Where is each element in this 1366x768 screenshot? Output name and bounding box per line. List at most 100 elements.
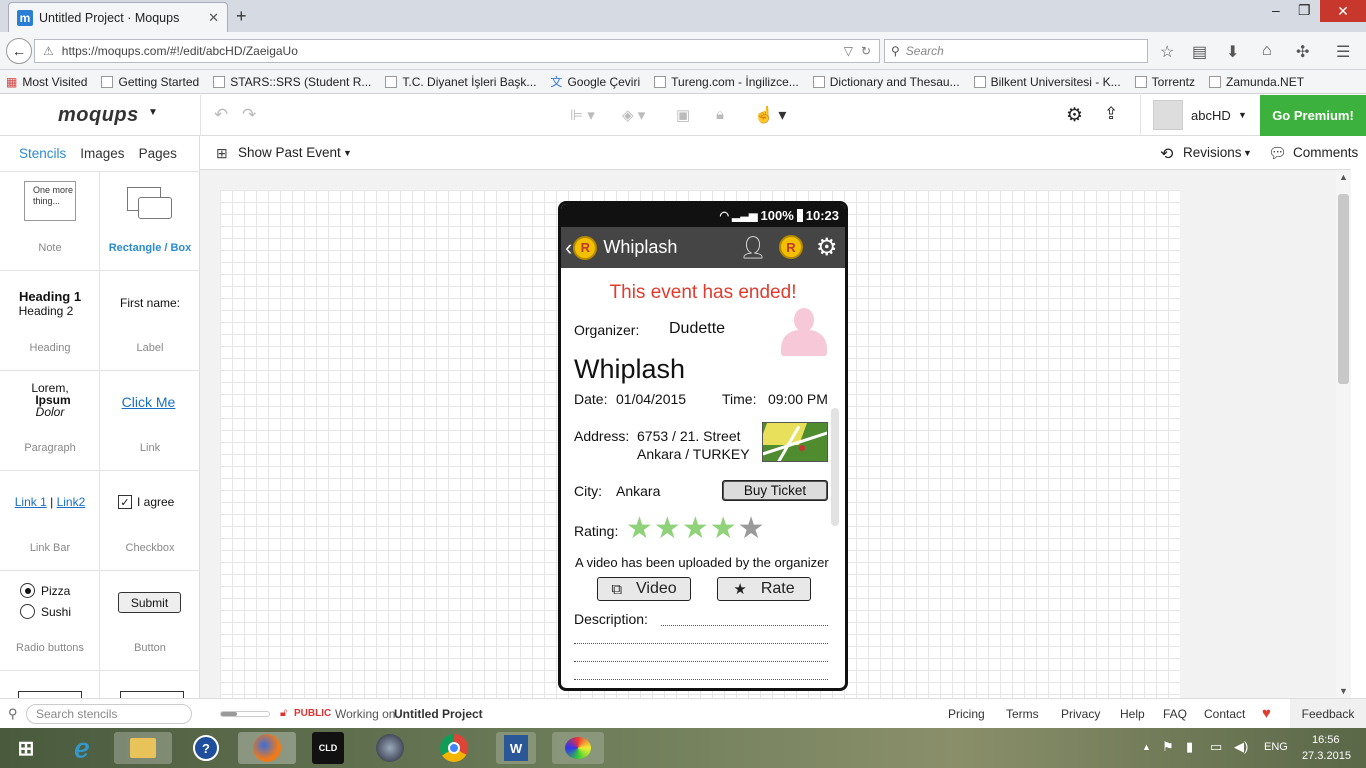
battery-tray-icon[interactable]: ▮ bbox=[1186, 739, 1193, 755]
layers-icon[interactable]: ◈ ▾ bbox=[622, 106, 645, 124]
revisions-button[interactable]: Revisions bbox=[1183, 145, 1242, 160]
heart-icon[interactable]: ♥ bbox=[1262, 705, 1271, 722]
back-button[interactable]: ← bbox=[6, 38, 32, 64]
bookmark-item[interactable]: Torrentz bbox=[1134, 75, 1195, 89]
stencil-link-bar[interactable]: Link 1 | Link2 Link Bar bbox=[0, 471, 100, 571]
share-icon[interactable]: ⇪ bbox=[1104, 104, 1118, 124]
volume-icon[interactable]: ◀︎) bbox=[1234, 739, 1248, 755]
organizer-name[interactable]: Dudette bbox=[669, 320, 725, 338]
home-icon[interactable]: ⌂ bbox=[1262, 42, 1272, 60]
user-name[interactable]: abcHD bbox=[1191, 108, 1231, 123]
scrollbar-thumb[interactable] bbox=[1338, 194, 1349, 384]
buy-ticket-button[interactable]: Buy Ticket bbox=[722, 480, 828, 501]
go-premium-button[interactable]: Go Premium! bbox=[1260, 95, 1366, 136]
chrome-icon[interactable] bbox=[436, 732, 472, 764]
page-selector[interactable]: Show Past Event bbox=[238, 145, 341, 160]
map-thumbnail-icon[interactable] bbox=[762, 422, 828, 462]
stencil-note[interactable]: One more thing... Note bbox=[0, 171, 100, 271]
new-tab-icon[interactable]: + bbox=[236, 6, 247, 27]
stencil-label[interactable]: First name: Label bbox=[100, 271, 200, 371]
reload-icon[interactable]: ↻ bbox=[861, 44, 871, 58]
word-icon[interactable]: W bbox=[496, 732, 536, 764]
moqups-logo[interactable]: moqups bbox=[58, 104, 139, 127]
gear-icon[interactable]: ⚙ bbox=[1066, 104, 1083, 127]
interaction-hand-icon[interactable]: ☝ ▾ bbox=[754, 105, 786, 125]
star-filled-icon[interactable]: ★ bbox=[654, 512, 681, 546]
phone-mockup[interactable]: ◠ ▂▃▅ 100% 10:23 ‹ R Whiplash 👤︎ R ⚙ Thi… bbox=[558, 201, 848, 691]
bookmark-item[interactable]: Getting Started bbox=[101, 75, 199, 89]
terms-link[interactable]: Terms bbox=[1006, 707, 1039, 721]
vertical-scrollbar[interactable]: ▲ ▼ bbox=[1336, 170, 1351, 698]
globe-app-icon[interactable] bbox=[372, 732, 408, 764]
clock-date[interactable]: 27.3.2015 bbox=[1302, 750, 1351, 762]
stencil-paragraph[interactable]: Lorem, Ipsum Dolor Paragraph bbox=[0, 371, 100, 471]
comments-button[interactable]: Comments bbox=[1293, 145, 1358, 160]
faq-link[interactable]: FAQ bbox=[1163, 707, 1187, 721]
bookmark-item[interactable]: Zamunda.NET bbox=[1209, 75, 1304, 89]
firefox-icon[interactable] bbox=[238, 732, 296, 764]
browser-search-input[interactable]: ⚲ Search bbox=[884, 39, 1148, 63]
public-badge[interactable]: PUBLIC bbox=[294, 708, 331, 719]
close-tab-icon[interactable]: ✕ bbox=[208, 10, 219, 26]
settings-gear-icon[interactable]: ⚙ bbox=[816, 233, 838, 262]
network-icon[interactable]: ▭ bbox=[1210, 739, 1222, 755]
scroll-up-icon[interactable]: ▲ bbox=[1339, 172, 1348, 182]
bookmark-item[interactable]: Bilkent Universitesi - K... bbox=[973, 75, 1121, 89]
minimize-icon[interactable]: – bbox=[1272, 2, 1280, 18]
undo-icon[interactable]: ↶ bbox=[214, 105, 228, 125]
bookmark-item[interactable]: 文 Google Çeviri bbox=[550, 73, 640, 90]
stencil-checkbox[interactable]: ✓ I agree Checkbox bbox=[100, 471, 200, 571]
redo-icon[interactable]: ↷ bbox=[242, 105, 256, 125]
tab-images[interactable]: Images bbox=[80, 146, 124, 172]
bookmark-item[interactable]: Dictionary and Thesau... bbox=[812, 75, 960, 89]
ie-icon[interactable]: ℯ bbox=[64, 732, 100, 764]
scroll-down-icon[interactable]: ▼ bbox=[1339, 686, 1348, 696]
stencil-link[interactable]: Click Me Link bbox=[100, 371, 200, 471]
star-empty-icon[interactable]: ★ bbox=[738, 512, 765, 546]
tab-pages[interactable]: Pages bbox=[139, 146, 177, 172]
pricing-link[interactable]: Pricing bbox=[948, 707, 985, 721]
star-filled-icon[interactable]: ★ bbox=[682, 512, 709, 546]
stencil-search-input[interactable]: Search stencils bbox=[26, 704, 192, 724]
avatar[interactable] bbox=[1153, 100, 1183, 130]
lock-icon[interactable]: 🔒︎ bbox=[716, 106, 724, 123]
language-indicator[interactable]: ENG bbox=[1264, 741, 1288, 753]
phone-scrollbar[interactable] bbox=[831, 408, 839, 526]
close-window-icon[interactable]: ✕ bbox=[1320, 0, 1366, 22]
stencil-button[interactable]: Submit Button bbox=[100, 571, 200, 671]
history-icon[interactable]: ⟲ bbox=[1160, 144, 1173, 164]
windows-start-icon[interactable]: ⊞ bbox=[8, 732, 44, 764]
rate-button[interactable]: ★ Rate bbox=[717, 577, 811, 601]
clock-time[interactable]: 16:56 bbox=[1312, 734, 1340, 746]
stencil-radio-buttons[interactable]: Pizza Sushi Radio buttons bbox=[0, 571, 100, 671]
star-filled-icon[interactable]: ★ bbox=[626, 512, 653, 546]
stencil-rectangle[interactable]: Rectangle / Box bbox=[100, 171, 200, 271]
comments-icon[interactable]: 💬︎ bbox=[1268, 144, 1287, 162]
project-name[interactable]: Untitled Project bbox=[394, 707, 483, 721]
bookmark-item[interactable]: T.C. Diyanet İşleri Başk... bbox=[385, 75, 536, 89]
bookmarks-list-icon[interactable]: ▤ bbox=[1192, 42, 1207, 62]
sitemap-icon[interactable]: ⊞ bbox=[216, 145, 228, 162]
help-icon[interactable]: ? bbox=[188, 732, 224, 764]
addon-icon[interactable]: ✣ bbox=[1296, 42, 1309, 62]
chevron-down-icon[interactable]: ▼ bbox=[148, 107, 158, 118]
chevron-down-icon[interactable]: ▼ bbox=[343, 148, 352, 158]
bookmark-star-icon[interactable]: ☆ bbox=[1160, 42, 1174, 62]
cld-app-icon[interactable]: CLD bbox=[312, 732, 344, 764]
chevron-down-icon[interactable]: ▼ bbox=[1238, 110, 1247, 120]
browser-tab[interactable]: m Untitled Project · Moqups ✕ bbox=[8, 2, 228, 32]
flag-icon[interactable]: ⚑ bbox=[1162, 739, 1174, 755]
user-icon[interactable]: 👤︎ bbox=[739, 235, 767, 261]
group-icon[interactable]: ▣ bbox=[676, 106, 690, 124]
bookmark-item[interactable]: Tureng.com - İngilizce... bbox=[654, 75, 799, 89]
back-chevron-icon[interactable]: ‹ bbox=[565, 235, 572, 261]
video-button[interactable]: ⧉ Video bbox=[597, 577, 691, 601]
feedback-button[interactable]: Feedback bbox=[1290, 699, 1366, 729]
menu-icon[interactable]: ☰ bbox=[1336, 42, 1350, 62]
dropdown-icon[interactable]: ▽ bbox=[844, 44, 853, 58]
url-bar[interactable]: ⚠ https://moqups.com/#!/edit/abcHD/Zaeig… bbox=[34, 39, 880, 63]
tab-stencils[interactable]: Stencils bbox=[19, 146, 66, 172]
bookmark-item[interactable]: ▦ Most Visited bbox=[6, 75, 87, 89]
explorer-icon[interactable] bbox=[114, 732, 172, 764]
contact-link[interactable]: Contact bbox=[1204, 707, 1245, 721]
